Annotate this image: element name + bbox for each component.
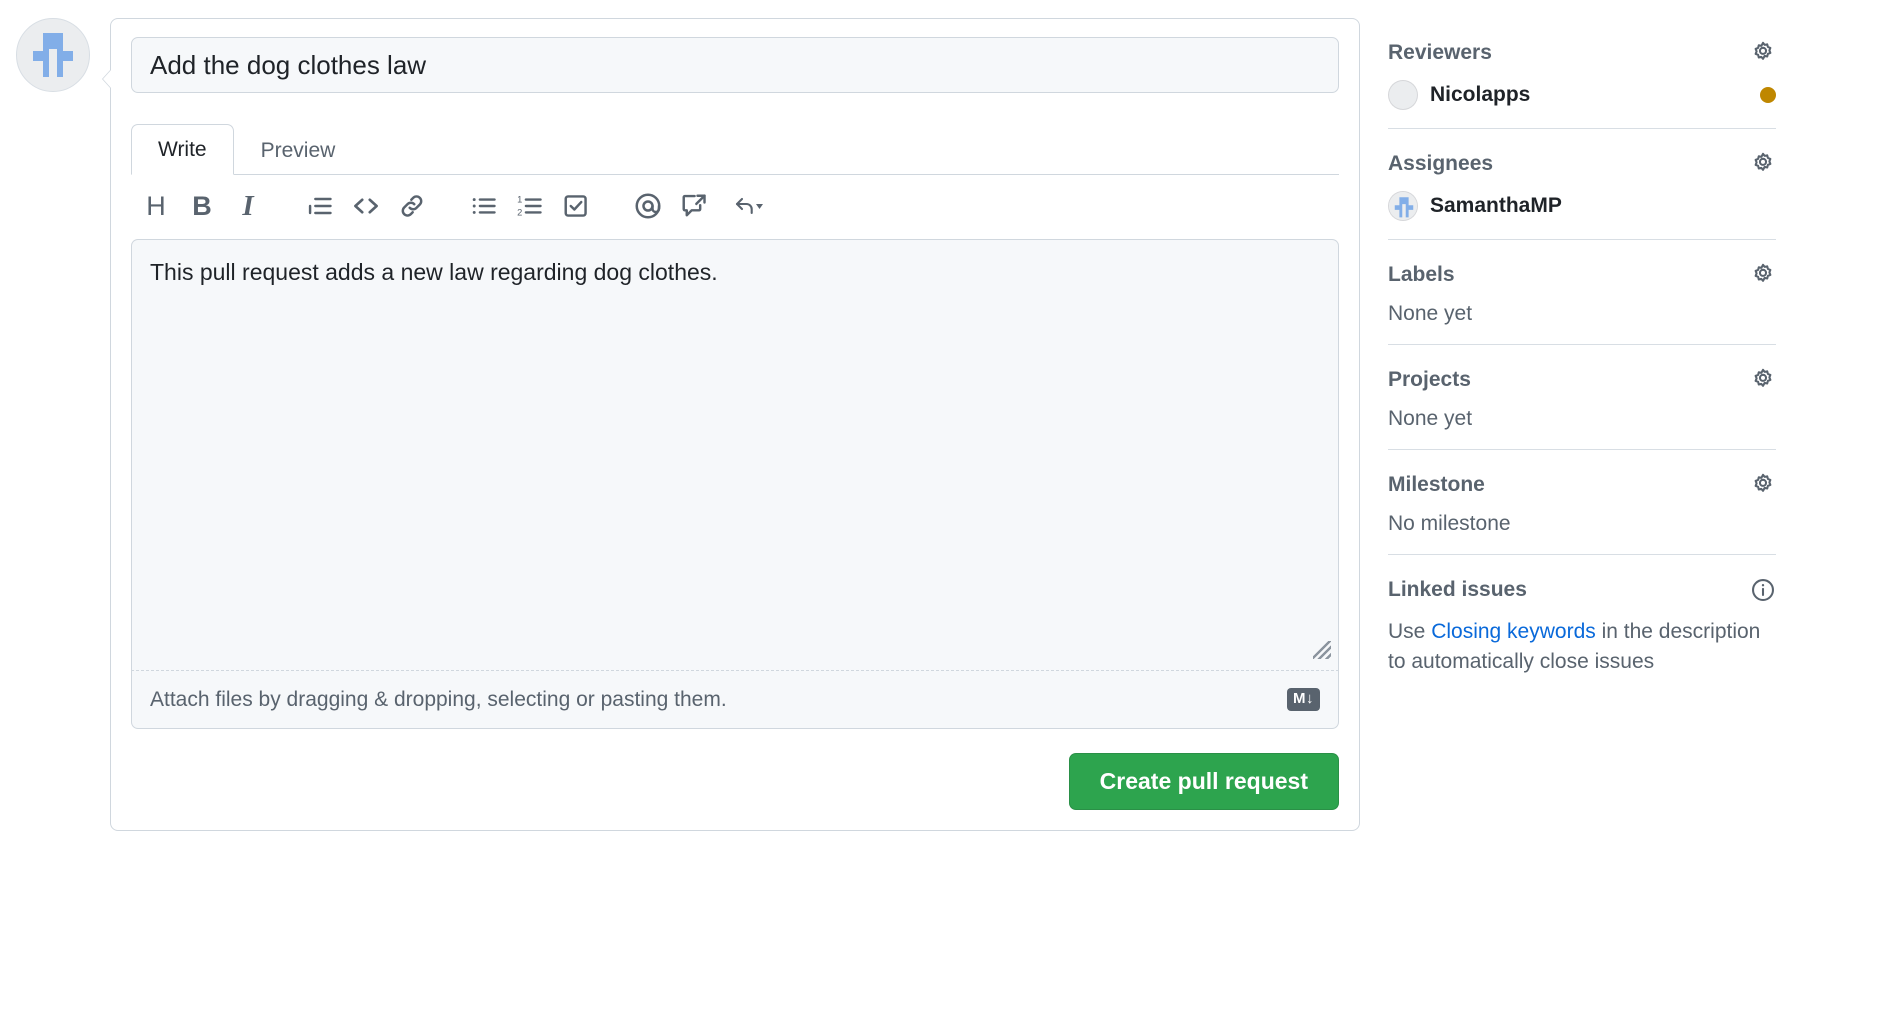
gear-icon [1754, 473, 1772, 492]
task-list-button[interactable] [553, 183, 599, 229]
gear-icon [1754, 368, 1772, 387]
pull-request-title-input[interactable] [131, 37, 1339, 93]
comment-card: Write Preview H B I [102, 18, 1360, 831]
reviewer-identity[interactable]: Nicolapps [1388, 80, 1530, 110]
tab-preview[interactable]: Preview [234, 125, 363, 175]
samanthamp-avatar-icon [33, 33, 73, 77]
sidebar-section-milestone: Milestone No milestone [1388, 472, 1776, 555]
task-list-icon [564, 195, 587, 217]
projects-header: Projects [1388, 367, 1776, 393]
mention-icon [635, 193, 661, 219]
bold-icon: B [192, 190, 212, 221]
ordered-list-button[interactable]: 1 2 [507, 183, 553, 229]
italic-button[interactable]: I [225, 183, 271, 229]
nicolapps-avatar-icon [1388, 80, 1418, 110]
callout-arrow-fill [103, 69, 112, 89]
pull-request-create-page: Write Preview H B I [0, 0, 1880, 1022]
markdown-supported-icon[interactable]: M↓ [1287, 688, 1320, 711]
pull-request-form-column: Write Preview H B I [102, 0, 1372, 831]
unordered-list-icon [472, 198, 496, 214]
comment-body-textarea[interactable] [131, 239, 1339, 671]
reviewer-name[interactable]: Nicolapps [1430, 83, 1530, 107]
projects-gear-icon[interactable] [1750, 367, 1776, 393]
gear-icon [1754, 263, 1772, 282]
linked-issues-header: Linked issues [1388, 577, 1776, 603]
svg-text:1: 1 [517, 195, 522, 205]
labels-header: Labels [1388, 262, 1776, 288]
info-icon [1752, 579, 1774, 601]
unordered-list-button[interactable] [461, 183, 507, 229]
avatar[interactable] [16, 18, 90, 92]
sidebar-section-assignees: Assignees SamanthaMP [1388, 151, 1776, 240]
labels-empty-text: None yet [1388, 302, 1473, 325]
markdown-toolbar: H B I 1 2 [131, 175, 1339, 237]
reference-reply-button[interactable] [717, 183, 781, 229]
gear-icon [1754, 41, 1772, 60]
assignee-name[interactable]: SamanthaMP [1430, 194, 1562, 218]
quote-button[interactable] [297, 183, 343, 229]
sidebar-section-reviewers: Reviewers Nicolapps [1388, 40, 1776, 129]
link-button[interactable] [389, 183, 435, 229]
code-icon [354, 198, 378, 214]
samanthamp-avatar-icon [1388, 191, 1418, 221]
sidebar-section-labels: Labels None yet [1388, 262, 1776, 345]
milestone-header: Milestone [1388, 472, 1776, 498]
linked-issues-title: Linked issues [1388, 578, 1527, 601]
assignee-row: SamanthaMP [1388, 191, 1776, 221]
form-actions: Create pull request [131, 753, 1339, 810]
sidebar-section-projects: Projects None yet [1388, 367, 1776, 450]
pull-request-sidebar: Reviewers Nicolapps Assignees SamanthaMP… [1372, 0, 1812, 696]
quote-icon [308, 197, 332, 215]
ordered-list-icon: 1 2 [517, 195, 542, 217]
tab-write[interactable]: Write [131, 123, 234, 175]
review-status-badge [1760, 87, 1776, 103]
code-button[interactable] [343, 183, 389, 229]
milestone-title: Milestone [1388, 473, 1485, 496]
italic-icon: I [242, 189, 254, 222]
reviewer-row: Nicolapps [1388, 80, 1776, 110]
milestone-gear-icon[interactable] [1750, 472, 1776, 498]
reviewers-header: Reviewers [1388, 40, 1776, 66]
labels-gear-icon[interactable] [1750, 262, 1776, 288]
closing-keywords-link[interactable]: Closing keywords [1431, 620, 1596, 643]
comment-body-wrapper [131, 239, 1339, 671]
attach-files-hint: Attach files by dragging & dropping, sel… [150, 687, 727, 711]
sidebar-section-linked-issues: Linked issues Use Closing keywords in th… [1388, 577, 1776, 696]
reviewers-gear-icon[interactable] [1750, 40, 1776, 66]
assignees-gear-icon[interactable] [1750, 151, 1776, 177]
assignee-identity[interactable]: SamanthaMP [1388, 191, 1562, 221]
assignees-title: Assignees [1388, 152, 1494, 175]
linked-issues-note-prefix: Use [1388, 620, 1432, 643]
saved-reply-icon [682, 194, 706, 217]
saved-reply-button[interactable] [671, 183, 717, 229]
projects-title: Projects [1388, 368, 1471, 391]
samanthamp-avatar-glyph [1389, 192, 1417, 220]
editor-tabs: Write Preview [131, 119, 1339, 175]
link-icon [401, 195, 423, 217]
heading-icon: H [146, 190, 166, 221]
linked-issues-info-icon[interactable] [1750, 577, 1776, 603]
assignees-header: Assignees [1388, 151, 1776, 177]
heading-button[interactable]: H [133, 183, 179, 229]
reference-reply-icon [735, 197, 763, 215]
author-avatar-column [0, 0, 110, 92]
svg-text:2: 2 [517, 207, 522, 217]
reviewers-title: Reviewers [1388, 41, 1492, 64]
linked-issues-note: Use Closing keywords in the description … [1388, 617, 1776, 678]
labels-title: Labels [1388, 263, 1455, 286]
gear-icon [1754, 152, 1772, 171]
create-pull-request-button[interactable]: Create pull request [1068, 753, 1339, 810]
attach-files-bar[interactable]: Attach files by dragging & dropping, sel… [131, 671, 1339, 729]
mention-button[interactable] [625, 183, 671, 229]
milestone-empty-text: No milestone [1388, 512, 1511, 535]
bold-button[interactable]: B [179, 183, 225, 229]
projects-empty-text: None yet [1388, 407, 1473, 430]
